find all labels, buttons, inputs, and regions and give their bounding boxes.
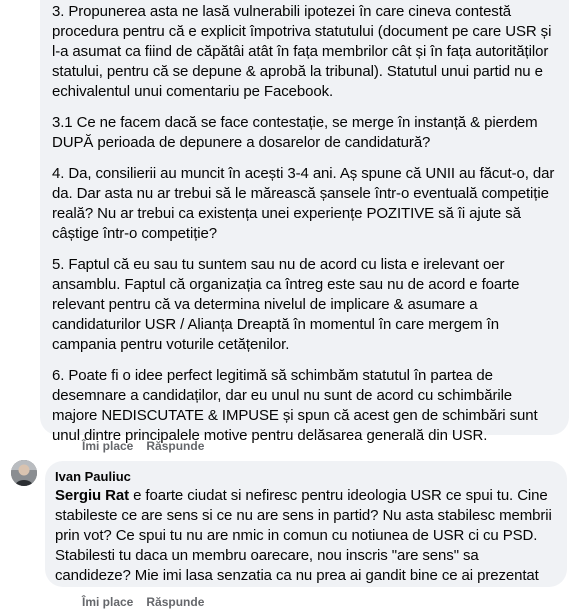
like-button[interactable]: Îmi place [82,439,133,453]
reply-text: Sergiu Rat e foarte ciudat si nefiresc p… [55,486,555,586]
reply-button[interactable]: Răspunde [146,595,204,609]
comment-paragraph: 4. Da, consilierii au muncit în acești 3… [52,165,555,242]
reply-body: e foarte ciudat si nefiresc pentru ideol… [55,487,552,584]
avatar[interactable] [11,460,37,486]
comment-actions: Îmi place Răspunde [82,439,204,453]
comment-paragraph: 6. Poate fi o idee perfect legitimă să s… [52,367,538,444]
comment-paragraph: 3.1 Ce ne facem dacă se face contestație… [52,114,538,151]
author-name[interactable]: Ivan Pauliuc [55,468,555,485]
like-button[interactable]: Îmi place [82,595,133,609]
comment-paragraph: 3. Propunerea asta ne lasă vulnerabili i… [52,3,552,100]
mention-link[interactable]: Sergiu Rat [55,487,129,504]
reply-actions: Îmi place Răspunde [82,595,204,609]
user-avatar-icon [11,460,37,486]
comment-paragraph: 5. Faptul că eu sau tu suntem sau nu de … [52,256,520,353]
reply-button[interactable]: Răspunde [146,439,204,453]
comment-bubble: 3. Propunerea asta ne lasă vulnerabili i… [40,0,569,444]
reply-bubble: Ivan Pauliuc Sergiu Rat e foarte ciudat … [45,461,567,587]
